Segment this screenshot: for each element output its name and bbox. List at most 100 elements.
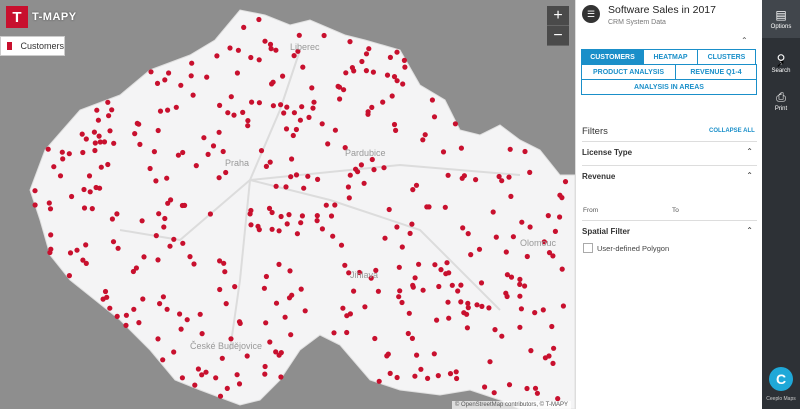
customer-marker[interactable] (507, 146, 513, 152)
customer-marker[interactable] (346, 195, 352, 201)
customer-marker[interactable] (141, 254, 147, 260)
customer-marker[interactable] (550, 253, 556, 259)
customer-marker[interactable] (178, 82, 184, 88)
customer-marker[interactable] (179, 375, 185, 381)
customer-marker[interactable] (545, 213, 551, 219)
customer-marker[interactable] (306, 114, 312, 120)
customer-marker[interactable] (299, 213, 305, 219)
customer-marker[interactable] (273, 300, 280, 306)
customer-marker[interactable] (177, 311, 183, 317)
customer-marker[interactable] (160, 357, 166, 363)
customer-marker[interactable] (445, 299, 451, 305)
customer-marker[interactable] (532, 310, 538, 316)
customer-marker[interactable] (300, 64, 306, 70)
customer-marker[interactable] (362, 304, 368, 310)
customer-marker[interactable] (210, 143, 217, 149)
customer-marker[interactable] (517, 293, 523, 299)
customer-marker[interactable] (363, 68, 369, 74)
customer-marker[interactable] (351, 288, 357, 294)
customer-marker[interactable] (453, 369, 459, 375)
customer-marker[interactable] (287, 268, 293, 274)
customer-marker[interactable] (232, 284, 238, 290)
customer-marker[interactable] (284, 104, 290, 110)
customer-marker[interactable] (319, 121, 325, 127)
customer-marker[interactable] (223, 169, 229, 176)
customer-marker[interactable] (216, 129, 222, 135)
polygon-checkbox[interactable] (583, 243, 593, 253)
customer-marker[interactable] (382, 235, 388, 241)
customer-marker[interactable] (261, 285, 267, 291)
customer-marker[interactable] (217, 102, 223, 108)
customer-marker[interactable] (283, 126, 290, 132)
customer-marker[interactable] (240, 109, 246, 115)
customer-marker[interactable] (268, 46, 274, 52)
customer-marker[interactable] (532, 385, 539, 391)
customer-marker[interactable] (302, 308, 308, 314)
customer-marker[interactable] (155, 336, 161, 342)
customer-marker[interactable] (347, 39, 353, 45)
customer-marker[interactable] (323, 202, 329, 208)
customer-marker[interactable] (221, 260, 227, 266)
customer-marker[interactable] (45, 146, 51, 152)
customer-marker[interactable] (519, 219, 525, 225)
customer-marker[interactable] (464, 311, 470, 317)
customer-marker[interactable] (153, 233, 159, 239)
customer-marker[interactable] (349, 65, 355, 71)
ceeplo-logo-icon[interactable]: C (769, 367, 793, 391)
customer-marker[interactable] (305, 173, 311, 179)
map-canvas[interactable] (0, 0, 575, 409)
customer-marker[interactable] (266, 205, 273, 211)
customer-marker[interactable] (380, 99, 386, 105)
customer-marker[interactable] (255, 223, 261, 229)
customer-marker[interactable] (499, 178, 505, 184)
customer-marker[interactable] (207, 211, 213, 217)
customer-marker[interactable] (510, 234, 516, 240)
customer-marker[interactable] (431, 114, 438, 120)
customer-marker[interactable] (406, 310, 412, 316)
customer-marker[interactable] (559, 195, 565, 201)
customer-marker[interactable] (79, 131, 85, 137)
customer-marker[interactable] (540, 307, 546, 313)
customer-marker[interactable] (107, 128, 113, 134)
customer-marker[interactable] (358, 162, 364, 168)
customer-marker[interactable] (342, 262, 348, 268)
customer-marker[interactable] (293, 172, 300, 178)
zoom-out-button[interactable]: − (547, 26, 569, 46)
customer-marker[interactable] (263, 320, 269, 326)
customer-marker[interactable] (518, 306, 525, 312)
customer-marker[interactable] (93, 184, 99, 191)
customer-marker[interactable] (394, 49, 400, 55)
customer-marker[interactable] (376, 378, 382, 384)
customer-marker[interactable] (396, 264, 402, 270)
customer-marker[interactable] (47, 206, 54, 212)
customer-marker[interactable] (153, 178, 159, 184)
customer-marker[interactable] (234, 70, 240, 76)
customer-marker[interactable] (289, 156, 295, 162)
customer-marker[interactable] (162, 215, 168, 222)
customer-marker[interactable] (522, 283, 528, 289)
customer-marker[interactable] (83, 136, 89, 142)
customer-marker[interactable] (203, 369, 209, 375)
customer-marker[interactable] (549, 323, 555, 330)
customer-marker[interactable] (425, 375, 431, 381)
customer-marker[interactable] (92, 147, 98, 154)
customer-marker[interactable] (147, 165, 153, 172)
customer-marker[interactable] (283, 184, 289, 190)
customer-marker[interactable] (190, 92, 196, 98)
customer-marker[interactable] (69, 193, 75, 200)
customer-marker[interactable] (87, 189, 93, 195)
collapse-all-link[interactable]: COLLAPSE ALL (709, 128, 755, 134)
customer-marker[interactable] (115, 245, 121, 251)
customer-marker[interactable] (340, 305, 346, 311)
customer-marker[interactable] (157, 301, 163, 307)
customer-marker[interactable] (363, 51, 370, 57)
customer-marker[interactable] (551, 345, 557, 351)
customer-marker[interactable] (98, 164, 104, 170)
customer-marker[interactable] (426, 204, 432, 210)
customer-marker[interactable] (559, 266, 565, 272)
customer-marker[interactable] (256, 16, 262, 23)
customer-marker[interactable] (160, 294, 166, 300)
customer-marker[interactable] (189, 60, 195, 66)
customer-marker[interactable] (157, 108, 164, 114)
map-attribution[interactable]: © OpenStreetMap contributors, © T-MAPY (451, 401, 571, 409)
